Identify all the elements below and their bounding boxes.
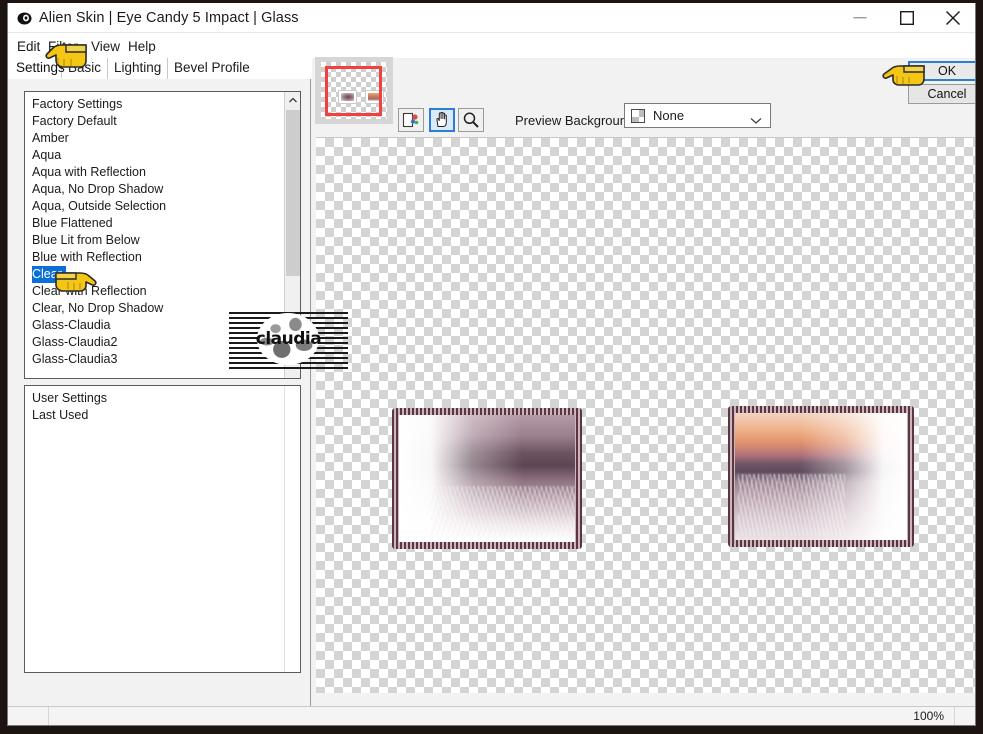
scroll-up-icon[interactable] [285, 92, 300, 109]
window-title: Alien Skin | Eye Candy 5 Impact | Glass [39, 10, 299, 26]
image-content-right [735, 413, 907, 540]
user-settings-list: User Settings Last Used [25, 386, 300, 672]
preview-image-left[interactable] [392, 408, 582, 549]
list-item[interactable]: Amber [25, 130, 300, 147]
list-item[interactable]: Clear with Reflection [25, 283, 300, 300]
user-list-scrollbar[interactable] [284, 386, 300, 672]
list-item-selected[interactable]: Clear [25, 266, 300, 283]
preview-image-right[interactable] [728, 406, 914, 547]
list-item-label-clear: Clear [32, 266, 66, 283]
landscape-art-left [399, 415, 575, 542]
list-item[interactable]: Aqua [25, 147, 300, 164]
navigator-viewport-rect[interactable] [325, 66, 382, 116]
minimize-button[interactable] [837, 3, 883, 32]
menu-bar: Edit Filter View Help [8, 33, 975, 58]
menu-item-filter[interactable]: Filter [44, 37, 82, 56]
preview-background-select[interactable]: None [624, 103, 771, 128]
list-item[interactable]: Glass-Claudia [25, 317, 300, 334]
list-item[interactable]: Last Used [25, 407, 300, 424]
user-settings-listbox[interactable]: User Settings Last Used [24, 385, 301, 673]
cancel-button[interactable]: Cancel [908, 84, 975, 104]
zoom-tool-button[interactable] [458, 108, 484, 132]
list-item[interactable]: Blue with Reflection [25, 249, 300, 266]
navigator-thumbnail[interactable] [315, 57, 393, 124]
list-item[interactable]: Glass-Claudia3 [25, 351, 300, 368]
settings-panel: Factory Settings Factory Default Amber A… [8, 79, 311, 707]
image-content-left [399, 415, 575, 542]
status-separator-1 [48, 707, 49, 725]
tab-bevel-profile[interactable]: Bevel Profile [168, 58, 251, 79]
list-item[interactable]: Clear, No Drop Shadow [25, 300, 300, 317]
list-item[interactable]: Aqua, No Drop Shadow [25, 181, 300, 198]
magnifier-icon [463, 112, 479, 128]
list-item[interactable]: Blue Flattened [25, 215, 300, 232]
tab-settings[interactable]: Settings [10, 58, 65, 79]
hand-icon [436, 111, 447, 127]
close-icon [946, 10, 960, 25]
status-separator-2 [954, 707, 955, 725]
list-item[interactable]: Blue Lit from Below [25, 232, 300, 249]
zoom-level-label: 100% [913, 709, 944, 723]
list-item[interactable]: Aqua with Reflection [25, 164, 300, 181]
tab-strip: Settings Basic Lighting Bevel Profile [8, 58, 313, 79]
preview-background-value: None [653, 108, 685, 123]
minimize-icon [853, 16, 867, 18]
title-bar: Alien Skin | Eye Candy 5 Impact | Glass [8, 3, 975, 33]
list-item[interactable]: Glass-Claudia2 [25, 334, 300, 351]
eyedropper-icon [402, 112, 419, 128]
status-bar: 100% [8, 706, 975, 725]
close-button[interactable] [930, 3, 975, 32]
menu-item-edit[interactable]: Edit [13, 37, 44, 56]
settings-list-scrollbar[interactable] [284, 92, 300, 378]
tab-basic[interactable]: Basic [62, 58, 108, 79]
preview-panel: Preview Background: None OK Cancel [312, 57, 975, 707]
preview-canvas[interactable] [316, 137, 975, 693]
list-item[interactable]: Aqua, Outside Selection [25, 198, 300, 215]
preview-background-label: Preview Background: [515, 113, 638, 128]
list-item[interactable]: User Settings [25, 390, 300, 407]
transparent-swatch-icon [631, 109, 645, 123]
app-icon [16, 10, 33, 27]
ok-button[interactable]: OK [908, 61, 975, 81]
screenshot-root: Alien Skin | Eye Candy 5 Impact | Glass … [0, 0, 983, 734]
hand-tool-button[interactable] [429, 108, 455, 132]
factory-settings-list: Factory Settings Factory Default Amber A… [25, 92, 300, 378]
eye-candy-dialog: Alien Skin | Eye Candy 5 Impact | Glass … [7, 3, 976, 726]
menu-item-view[interactable]: View [87, 37, 124, 56]
list-item[interactable]: Factory Settings [25, 96, 300, 113]
maximize-button[interactable] [884, 3, 930, 32]
tab-lighting[interactable]: Lighting [108, 58, 168, 79]
factory-settings-listbox[interactable]: Factory Settings Factory Default Amber A… [24, 91, 301, 379]
eyedropper-tool-button[interactable] [398, 108, 424, 132]
list-item[interactable]: Factory Default [25, 113, 300, 130]
scrollbar-thumb[interactable] [286, 110, 300, 276]
maximize-icon [900, 10, 914, 25]
menu-item-help[interactable]: Help [124, 37, 160, 56]
landscape-art-right [735, 413, 907, 540]
chevron-down-icon[interactable] [750, 112, 762, 130]
